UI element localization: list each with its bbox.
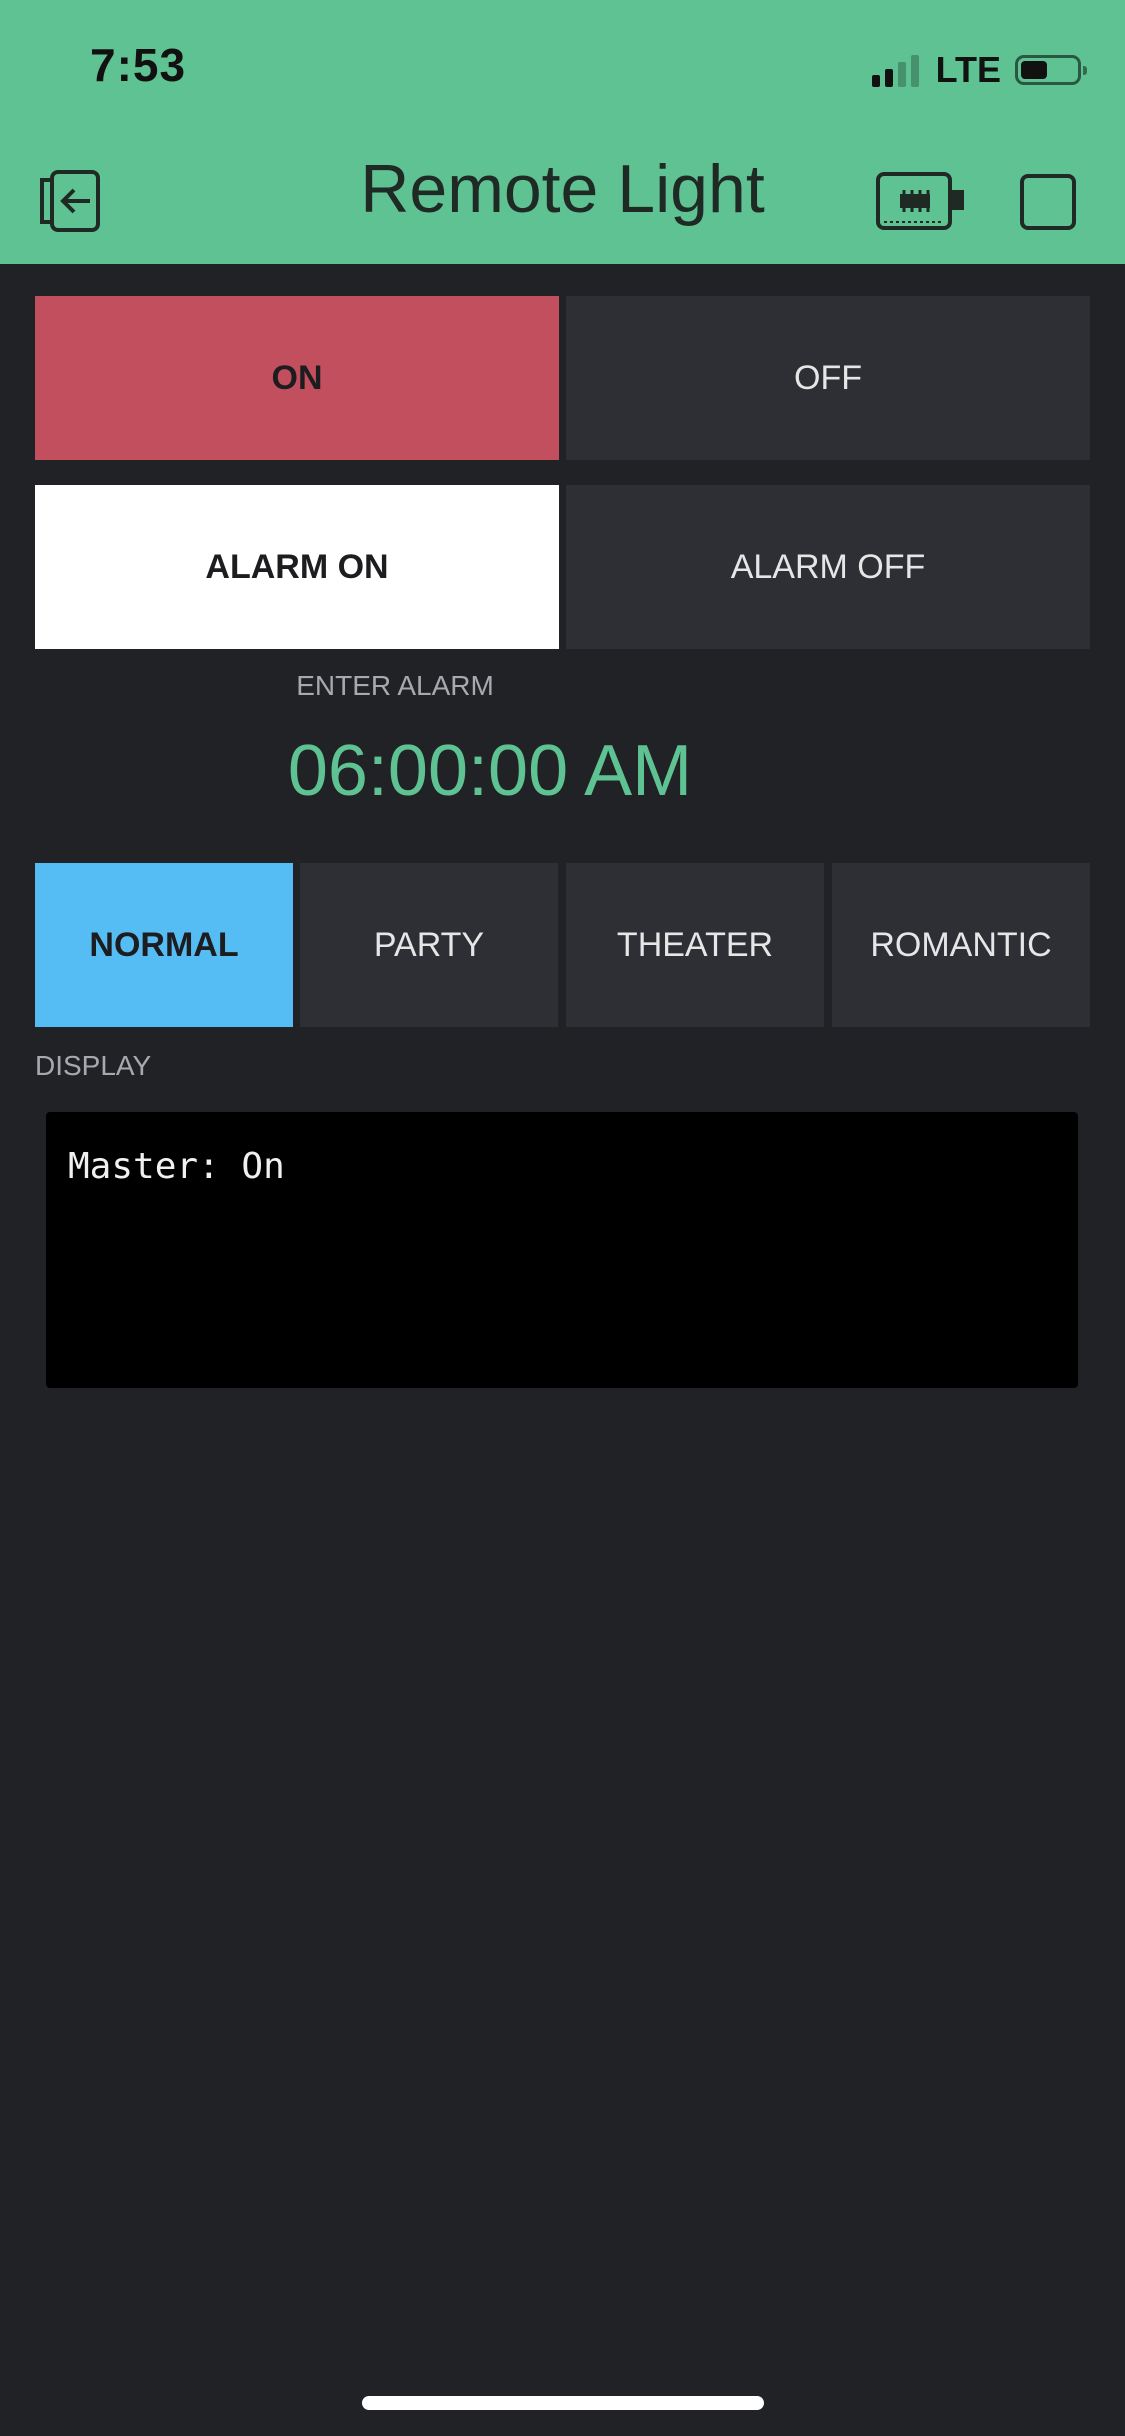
status-time: 7:53 <box>90 39 187 91</box>
alarm-time-input[interactable]: 06:00:00 AM <box>0 730 980 812</box>
mode-romantic-button[interactable]: ROMANTIC <box>832 863 1090 1027</box>
display-label: DISPLAY <box>35 1050 152 1081</box>
signal-icon <box>871 53 924 87</box>
stop-icon[interactable] <box>1020 174 1076 230</box>
app-header: 7:53 LTE Remote Light <box>0 0 1125 264</box>
alarm-off-button[interactable]: ALARM OFF <box>566 485 1090 649</box>
mode-party-button[interactable]: PARTY <box>300 863 558 1027</box>
lcd-display: Master: On <box>46 1112 1078 1388</box>
power-on-button[interactable]: ON <box>35 296 559 460</box>
network-label: LTE <box>935 49 1001 90</box>
enter-alarm-label: ENTER ALARM <box>296 670 494 701</box>
display-text: Master: On <box>68 1146 285 1187</box>
alarm-on-button[interactable]: ALARM ON <box>35 485 559 649</box>
battery-icon <box>1015 55 1087 85</box>
device-icon[interactable] <box>874 168 966 234</box>
mode-theater-button[interactable]: THEATER <box>566 863 824 1027</box>
home-indicator[interactable] <box>362 2396 764 2410</box>
status-indicators: LTE <box>871 49 1087 90</box>
power-off-button[interactable]: OFF <box>566 296 1090 460</box>
mode-normal-button[interactable]: NORMAL <box>35 863 293 1027</box>
